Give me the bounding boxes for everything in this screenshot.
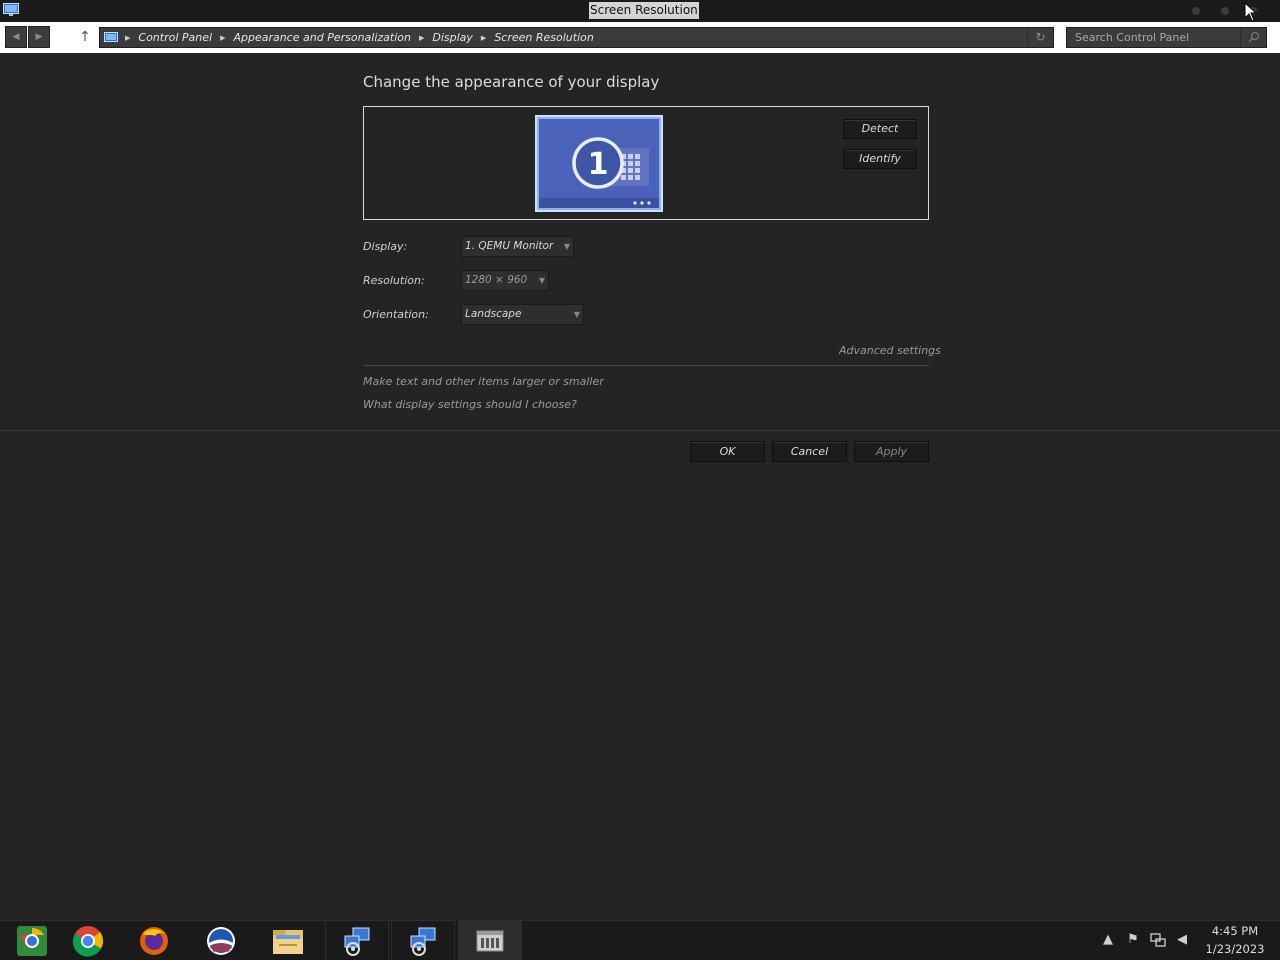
detect-button[interactable]: Detect [843,119,917,139]
chevron-right-icon: ▶ [125,33,131,42]
chevron-down-icon: ▼ [573,310,580,319]
breadcrumb-screen-resolution[interactable]: Screen Resolution [494,31,594,44]
orientation-select-value: Landscape [465,308,522,320]
title-bar: Screen Resolution [0,0,1280,22]
minimize-button[interactable] [1192,7,1200,15]
divider [0,430,1280,431]
orientation-select[interactable]: Landscape ▼ [461,304,584,325]
divider [363,365,929,366]
flag-icon[interactable]: ⚑ [1124,931,1142,949]
search-icon [1248,31,1260,43]
obama-campaign-icon [207,927,235,955]
display-label: Display: [363,240,408,253]
cancel-button[interactable]: Cancel [772,441,847,462]
maximize-button[interactable] [1221,7,1229,15]
text-size-link[interactable]: Make text and other items larger or smal… [363,375,604,388]
resolution-select[interactable]: 1280 × 960 ▼ [461,270,549,291]
navigation-bar: ◀ ▶ ↑ ▶ Control Panel ▶ Appearance and P… [0,22,1280,53]
apply-button[interactable]: Apply [854,441,929,462]
taskbar-obama-campaign[interactable] [189,921,253,960]
advanced-settings-link[interactable]: Advanced settings [839,344,941,357]
taskbar-network-settings-2[interactable] [391,921,455,960]
taskbar-control-panel[interactable] [458,921,522,960]
clock-date[interactable]: 1/23/2023 [1202,942,1268,956]
breadcrumb-control-panel[interactable]: Control Panel [138,31,212,44]
monitor-1-icon[interactable]: 1 [535,115,663,212]
breadcrumb-display[interactable]: Display [432,31,473,44]
taskbar-chrome-canary[interactable] [0,921,64,960]
search-input[interactable] [1067,28,1239,47]
show-hidden-icons-button[interactable]: ▲ [1099,931,1117,949]
display-select-value: 1. QEMU Monitor [465,240,554,252]
control-panel-icon [476,930,504,952]
identify-button[interactable]: Identify [843,149,917,169]
page-title: Change the appearance of your display [363,73,660,91]
volume-icon[interactable]: ◀ [1173,931,1191,949]
window-title: Screen Resolution [589,2,699,19]
firefox-icon [140,927,168,955]
search-button[interactable] [1240,28,1266,47]
control-panel-icon [104,31,118,42]
display-select[interactable]: 1. QEMU Monitor ▼ [461,236,574,257]
breadcrumb-appearance[interactable]: Appearance and Personalization [233,31,411,44]
orientation-label: Orientation: [363,308,429,321]
chevron-down-icon: ▼ [563,242,570,251]
chevron-right-icon: ▶ [418,33,425,42]
network-icon[interactable] [1149,931,1167,949]
file-explorer-icon [273,930,303,954]
network-settings-icon [344,927,370,956]
taskbar-chrome[interactable] [56,921,120,960]
display-help-link[interactable]: What display settings should I choose? [363,398,577,411]
resolution-label: Resolution: [363,274,425,287]
monitor-number: 1 [588,147,609,182]
taskbar-firefox[interactable] [122,921,186,960]
taskbar-network-settings-1[interactable] [325,921,389,960]
chevron-right-icon: ▶ [220,33,226,42]
chrome-icon [72,926,104,957]
network-settings-icon [410,927,436,956]
taskbar [0,920,1280,960]
chrome-canary-icon [17,926,47,956]
forward-button[interactable]: ▶ [28,26,50,48]
chevron-right-icon: ▶ [480,33,487,42]
mouse-cursor-icon [1244,2,1258,22]
back-button[interactable]: ◀ [5,26,27,48]
monitor-preview-panel: 1 Detect Identify [363,106,929,220]
display-settings-icon [3,3,19,16]
chevron-down-icon: ▼ [538,276,545,285]
search-box [1066,27,1267,48]
resolution-select-value: 1280 × 960 [465,274,528,286]
clock-time[interactable]: 4:45 PM [1202,924,1268,938]
address-bar[interactable]: ▶ Control Panel ▶ Appearance and Persona… [99,27,1054,48]
refresh-button[interactable]: ↻ [1027,28,1053,47]
ok-button[interactable]: OK [690,441,765,462]
taskbar-file-explorer[interactable] [256,921,320,960]
up-button[interactable]: ↑ [76,26,94,48]
